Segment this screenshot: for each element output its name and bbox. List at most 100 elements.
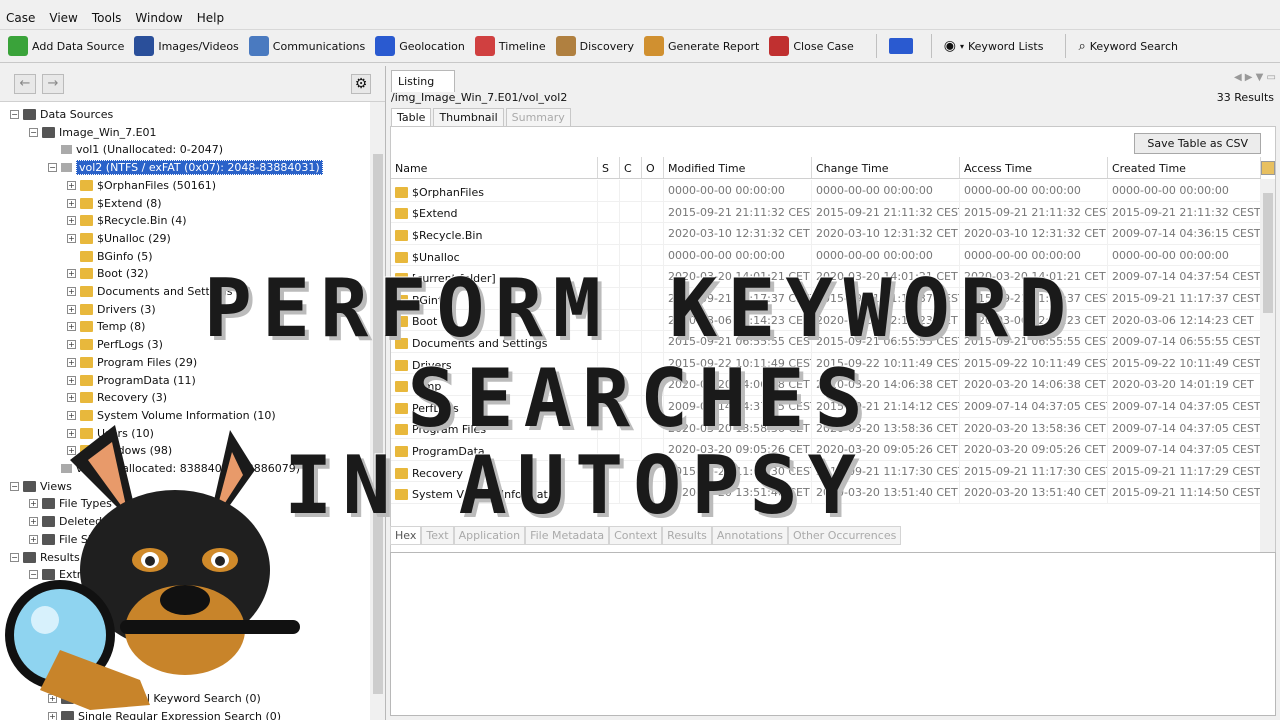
tree-node[interactable]: + Recovery (3) [67,389,167,406]
tree-node[interactable]: + System Volume Information (10) [67,407,276,424]
tab-annotations[interactable]: Annotations [711,526,788,545]
expand-icon[interactable]: + [67,375,76,385]
tree-node[interactable]: − Extracted Content [29,566,159,583]
email-icon[interactable] [888,38,913,54]
collapse-icon[interactable]: − [10,110,19,119]
expand-icon[interactable]: + [29,534,38,544]
expand-icon[interactable]: + [67,428,76,438]
expand-icon[interactable]: + [48,711,57,720]
collapse-icon[interactable]: − [29,127,38,137]
table-row[interactable]: Temp 2020-03-20 14:06:38 CET 2020-03-20 14… [391,374,1261,396]
tree-node[interactable]: + Deleted Files [29,513,130,530]
tree-node[interactable]: + Users (10) [67,425,154,442]
tree-node[interactable] [48,602,61,619]
tab-table[interactable]: Table [391,108,432,127]
tree-node[interactable]: vol1 (Unallocated: 0-2047) [48,141,223,158]
tree-node[interactable] [48,672,61,689]
expand-icon[interactable]: + [67,233,76,243]
tree-node[interactable]: + File Size [29,531,103,548]
tab-nav-controls[interactable]: ◀ ▶ ▼ ▭ [1234,72,1276,83]
column-header[interactable]: O [642,157,664,178]
expand-icon[interactable]: + [48,694,57,704]
tab-application[interactable]: Application [453,526,526,545]
menu-help[interactable]: Help [197,11,224,25]
table-row[interactable]: $Unalloc 0000-00-00 00:00:00 0000-00-00 00… [391,244,1261,267]
tree-node[interactable]: + Drivers (3) [67,301,156,318]
table-row[interactable]: Drivers 2015-09-22 10:11:49 CEST 2015-09-2… [391,352,1261,375]
tree-node[interactable]: − Results [10,549,80,566]
tree-node[interactable]: + Program Files (29) [67,354,197,371]
expand-icon[interactable]: + [67,269,76,279]
tree-node[interactable]: + Temp (8) [67,318,145,335]
expand-icon[interactable]: + [67,287,76,296]
table-row[interactable]: [current folder] 2020-03-20 14:01:21 CET 2… [391,266,1261,288]
tree-node[interactable]: + Single Literal Keyword Search (0) [48,690,261,707]
tree-node[interactable]: − vol2 (NTFS / exFAT (0x07): 2048-8388403… [48,159,323,176]
table-row[interactable]: Recovery 2015-09-21 11:17:30 CEST 2015-09-… [391,460,1261,483]
expand-icon[interactable]: + [67,322,76,332]
expand-icon[interactable]: + [67,340,76,350]
tree-node[interactable]: + Single Regular Expression Search (0) [48,708,281,720]
scrollbar-thumb[interactable] [373,154,383,694]
menu-case[interactable]: Case [6,11,35,25]
collapse-icon[interactable]: − [10,552,19,562]
save-table-csv-button[interactable]: Save Table as CSV [1134,133,1261,154]
close-case-button[interactable]: Close Case [769,36,854,56]
discovery-button[interactable]: Discovery [555,36,634,56]
table-row[interactable]: Boot 2020-03-06 12:14:23 CET 2020-03-06 12… [391,309,1261,332]
menu-view[interactable]: View [49,11,77,25]
column-header[interactable]: Access Time [960,157,1108,178]
tree-node[interactable]: − Views [10,478,72,495]
menu-tools[interactable]: Tools [92,11,122,25]
collapse-icon[interactable]: − [48,163,57,173]
gear-icon[interactable]: ⚙ [351,74,371,94]
tree-node[interactable]: + ProgramData (11) [67,372,196,389]
tab-file-metadata[interactable]: File Metadata [525,526,610,545]
tab-hex[interactable]: Hex [390,526,422,545]
tab-listing[interactable]: Listing [391,70,455,92]
back-arrow-icon[interactable]: ← [14,73,36,94]
column-header[interactable]: Modified Time [664,157,812,178]
table-row[interactable]: Documents and Settings 2015-09-21 06:55:5… [391,331,1261,353]
table-row[interactable]: Program Files 2020-03-20 13:58:36 CET 2020… [391,417,1261,440]
keyword-lists-button[interactable]: ◉ ▾ Keyword Lists [944,38,1044,54]
tree-node[interactable]: + Boot (32) [67,265,148,282]
column-header[interactable]: S [598,157,620,178]
expand-icon[interactable]: + [67,180,76,190]
expand-icon[interactable]: + [67,410,76,420]
tab-results[interactable]: Results [662,526,712,545]
expand-icon[interactable]: + [67,393,76,403]
tree-scrollbar[interactable] [370,102,385,720]
add-data-source-button[interactable]: Add Data Source [8,36,124,56]
column-header[interactable]: Change Time [812,157,960,178]
column-header[interactable]: C [620,157,642,178]
column-chooser-icon[interactable] [1261,161,1275,175]
table-row[interactable]: System Volume Information 2020-03-20 13:5… [391,482,1261,504]
tree-node[interactable]: + PerfLogs (3) [67,336,163,353]
tree-node[interactable]: + File Types [29,495,112,512]
table-row[interactable]: ProgramData 2020-03-20 09:05:26 CET 2020-0… [391,439,1261,461]
tree-node[interactable] [48,584,61,601]
keyword-search-button[interactable]: ⌕ Keyword Search [1078,39,1178,54]
generate-report-button[interactable]: Generate Report [644,36,759,56]
tree-node[interactable]: − Data Sources [10,106,113,123]
menu-window[interactable]: Window [135,11,182,25]
tab-other-occurrences[interactable]: Other Occurrences [787,526,902,545]
tab-context[interactable]: Context [609,526,663,545]
geolocation-button[interactable]: Geolocation [375,36,465,56]
communications-button[interactable]: Communications [248,36,365,56]
tree-node[interactable] [48,619,61,636]
column-header[interactable]: Name [391,157,598,178]
expand-icon[interactable]: + [67,446,76,456]
scrollbar-thumb[interactable] [1263,193,1273,313]
expand-icon[interactable]: + [29,499,38,509]
tree-node[interactable] [48,655,61,672]
tree-node[interactable]: + $OrphanFiles (50161) [67,177,216,194]
expand-icon[interactable]: + [29,517,38,527]
tree-node[interactable]: + $Extend (8) [67,195,162,212]
tab-thumbnail[interactable]: Thumbnail [433,108,504,127]
tab-summary[interactable]: Summary [505,108,571,127]
column-header[interactable]: Created Time [1108,157,1261,178]
expand-icon[interactable]: + [67,216,76,226]
tab-text[interactable]: Text [421,526,454,545]
